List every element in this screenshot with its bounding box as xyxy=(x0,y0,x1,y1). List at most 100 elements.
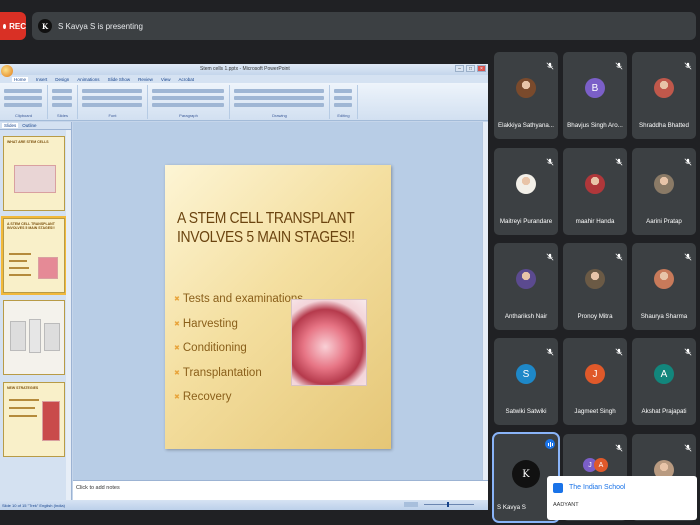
ribbon-tab[interactable]: Acrobat xyxy=(179,77,195,82)
close-icon[interactable]: × xyxy=(477,65,486,72)
recording-indicator[interactable]: REC xyxy=(0,12,26,40)
ribbon-control[interactable] xyxy=(4,89,42,93)
mic-off-icon xyxy=(684,248,692,261)
thumbnail-line xyxy=(9,253,31,255)
thumbnail-image xyxy=(10,321,26,351)
ribbon-control[interactable] xyxy=(4,96,42,100)
thumbnail-line xyxy=(9,267,29,269)
ribbon-control[interactable] xyxy=(4,103,42,107)
participant-tile[interactable]: Maitreyi Purandare xyxy=(494,148,558,235)
mic-off-icon xyxy=(615,439,623,452)
bullet-icon: ✖ xyxy=(174,320,180,328)
ribbon-control[interactable] xyxy=(234,103,324,107)
mic-off-icon xyxy=(546,248,554,261)
participant-tile[interactable]: Shraddha Bhatted xyxy=(632,52,696,139)
ribbon-tab[interactable]: Animations xyxy=(77,77,99,82)
pane-tab[interactable]: Outline xyxy=(22,123,36,128)
meet-window: REC K S Kavya S is presenting Stem cells… xyxy=(0,0,700,525)
ribbon-tab[interactable]: Design xyxy=(55,77,69,82)
avatar: A xyxy=(654,364,674,384)
participant-tile[interactable]: Anthariksh Nair xyxy=(494,243,558,330)
slide-edit-area: A STEM CELL TRANSPLANT INVOLVES 5 MAIN S… xyxy=(73,122,488,500)
bullet-icon: ✖ xyxy=(174,369,180,377)
participant-tile[interactable]: S Satwiki Satwiki xyxy=(494,338,558,425)
thumbnail-image xyxy=(44,323,60,351)
participant-tile[interactable]: A Akshat Prajapati xyxy=(632,338,696,425)
avatar-photo xyxy=(585,174,605,194)
ribbon-control[interactable] xyxy=(82,89,142,93)
participant-name: Aarini Pratap xyxy=(646,218,682,225)
ribbon-control[interactable] xyxy=(234,89,324,93)
participant-name: Elakkiya Sathyana... xyxy=(497,122,555,129)
participant-name: Shaurya Sharma xyxy=(640,313,688,320)
bullet-item: ✖ Harvesting xyxy=(174,312,303,337)
ribbon-control[interactable] xyxy=(234,96,324,100)
ribbon-tab[interactable]: Slide Show xyxy=(108,77,131,82)
notes-area[interactable]: Click to add notes xyxy=(73,480,488,500)
ribbon-control[interactable] xyxy=(334,103,352,107)
maximize-icon[interactable]: □ xyxy=(466,65,475,72)
participant-tile[interactable]: maahir Handa xyxy=(563,148,627,235)
ribbon-tab[interactable]: Review xyxy=(138,77,153,82)
bullet-text: Conditioning xyxy=(182,342,247,355)
ribbon-control[interactable] xyxy=(52,103,72,107)
avatar: J xyxy=(585,364,605,384)
window-controls: – □ × xyxy=(455,65,486,72)
ribbon-control[interactable] xyxy=(334,96,352,100)
ribbon-control[interactable] xyxy=(82,96,142,100)
participant-tile[interactable]: Aarini Pratap xyxy=(632,148,696,235)
ppt-statusbar: Slide 10 of 15 "Trek" English (India) xyxy=(0,500,488,510)
bullet-text: Tests and examinations xyxy=(182,293,304,306)
zoom-slider[interactable] xyxy=(404,502,484,507)
slides-pane: Slides Outline WHAT ARE STEM CELLS A STEM… xyxy=(0,122,72,500)
ribbon-tab[interactable]: View xyxy=(161,77,171,82)
ribbon-control[interactable] xyxy=(152,89,224,93)
ribbon-control[interactable] xyxy=(334,89,352,93)
participant-tile[interactable]: J Jagmeet Singh xyxy=(563,338,627,425)
minimize-icon[interactable]: – xyxy=(455,65,464,72)
mic-off-icon xyxy=(615,343,623,356)
ribbon-control[interactable] xyxy=(152,96,224,100)
current-slide[interactable]: A STEM CELL TRANSPLANT INVOLVES 5 MAIN S… xyxy=(165,165,391,449)
ribbon-group: Font xyxy=(78,85,148,119)
pane-tabs: Slides Outline xyxy=(0,122,71,130)
participant-name: Anthariksh Nair xyxy=(504,313,548,320)
slide-thumbnail[interactable]: WHAT ARE STEM CELLS xyxy=(3,136,65,211)
participant-tile[interactable]: Shaurya Sharma xyxy=(632,243,696,330)
pane-tab[interactable]: Slides xyxy=(2,123,19,128)
participant-tile[interactable]: B Bhavjus Singh Aro... xyxy=(563,52,627,139)
ribbon-control[interactable] xyxy=(52,96,72,100)
presenter-logo-icon: K xyxy=(38,19,52,33)
status-text: Slide 10 of 15 "Trek" English (India) xyxy=(2,502,65,508)
ribbon-group-label: Font xyxy=(108,113,117,118)
slide-thumbnail[interactable] xyxy=(3,300,65,375)
thumbnail-image xyxy=(38,257,58,279)
thumbnail-line xyxy=(9,399,39,401)
bullet-icon: ✖ xyxy=(174,296,180,304)
ribbon-control[interactable] xyxy=(52,89,72,93)
thumbnail-line xyxy=(9,274,31,276)
ribbon-tab[interactable]: Home xyxy=(12,76,29,82)
slide-scrollbar[interactable] xyxy=(482,122,488,480)
participant-name: Shraddha Bhatted xyxy=(639,122,689,129)
ribbon-control[interactable] xyxy=(152,103,224,107)
participant-tile[interactable]: Elakkiya Sathyana... xyxy=(494,52,558,139)
presenting-banner[interactable]: K S Kavya S is presenting xyxy=(32,12,696,40)
ribbon-group: Paragraph xyxy=(148,85,230,119)
bullet-item: ✖ Transplantation xyxy=(174,361,303,386)
slide-thumbnail[interactable]: NEW STRATEGIES xyxy=(3,382,65,457)
participant-tile[interactable]: Pronoy Mitra xyxy=(563,243,627,330)
record-dot-icon xyxy=(3,23,7,29)
ribbon-control[interactable] xyxy=(82,103,142,107)
thumbnail-title: A STEM CELL TRANSPLANT INVOLVES 5 MAIN S… xyxy=(7,222,55,230)
slide-thumbnail-selected[interactable]: A STEM CELL TRANSPLANT INVOLVES 5 MAIN S… xyxy=(1,216,67,295)
ribbon-tab[interactable]: Insert xyxy=(36,77,47,82)
bullet-item: ✖ Conditioning xyxy=(174,336,303,361)
shared-screen: Stem cells 1.pptx - Microsoft PowerPoint… xyxy=(0,64,488,510)
bullet-icon: ✖ xyxy=(174,394,180,402)
avatar-photo xyxy=(516,174,536,194)
pane-scrollbar[interactable] xyxy=(66,130,71,500)
office-button-icon[interactable] xyxy=(1,64,13,77)
participant-name: Maitreyi Purandare xyxy=(499,218,553,225)
top-bar: REC K S Kavya S is presenting xyxy=(0,8,700,44)
